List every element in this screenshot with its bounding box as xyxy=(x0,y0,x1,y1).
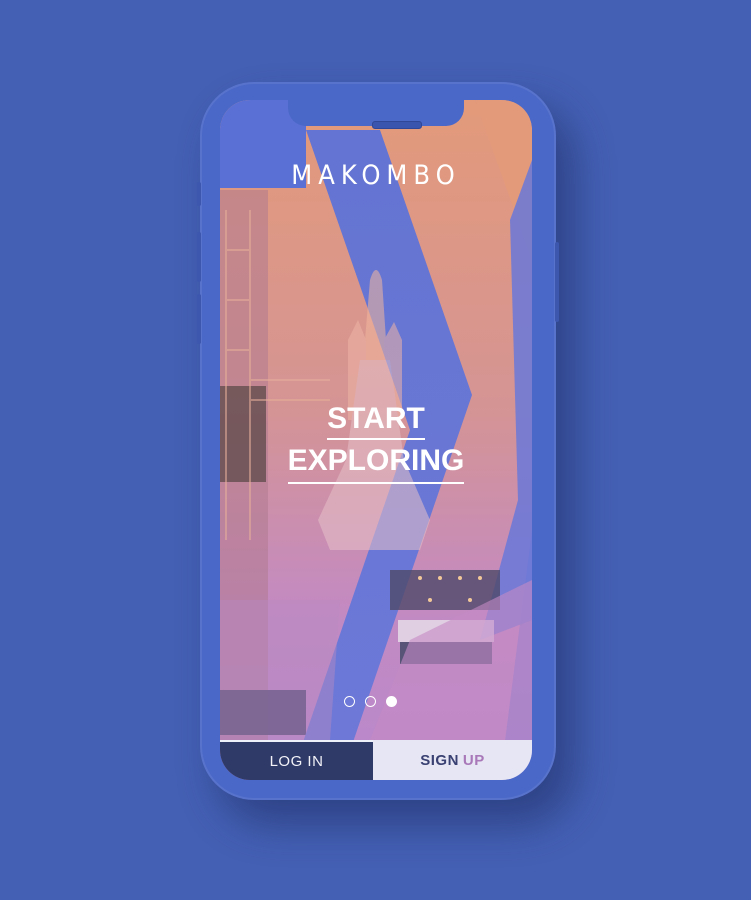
phone-mockup: MAKOMBO START EXPLORING LOG IN SIGN UP xyxy=(197,82,559,800)
volume-down-button xyxy=(197,294,201,344)
headline-line-1: START xyxy=(327,402,425,440)
page-dot-2[interactable] xyxy=(365,696,376,707)
signup-button[interactable]: SIGN UP xyxy=(373,740,532,780)
headline-line-2: EXPLORING xyxy=(287,444,465,484)
signup-button-label-sign: SIGN xyxy=(420,751,459,769)
app-screen: MAKOMBO START EXPLORING LOG IN SIGN UP xyxy=(220,100,532,780)
hero-headline: START EXPLORING xyxy=(220,402,532,484)
power-button xyxy=(555,242,559,322)
app-logo: MAKOMBO xyxy=(291,160,461,191)
mute-switch xyxy=(197,182,201,206)
volume-up-button xyxy=(197,232,201,282)
signup-button-label-up: UP xyxy=(462,751,485,769)
page-dot-1[interactable] xyxy=(344,696,355,707)
page-dot-3-active[interactable] xyxy=(386,696,397,707)
login-button-label: LOG IN xyxy=(269,752,324,770)
speaker-grille xyxy=(372,121,422,129)
page-indicator xyxy=(344,696,397,707)
auth-buttons: LOG IN SIGN UP xyxy=(220,740,532,780)
login-button[interactable]: LOG IN xyxy=(220,740,373,780)
